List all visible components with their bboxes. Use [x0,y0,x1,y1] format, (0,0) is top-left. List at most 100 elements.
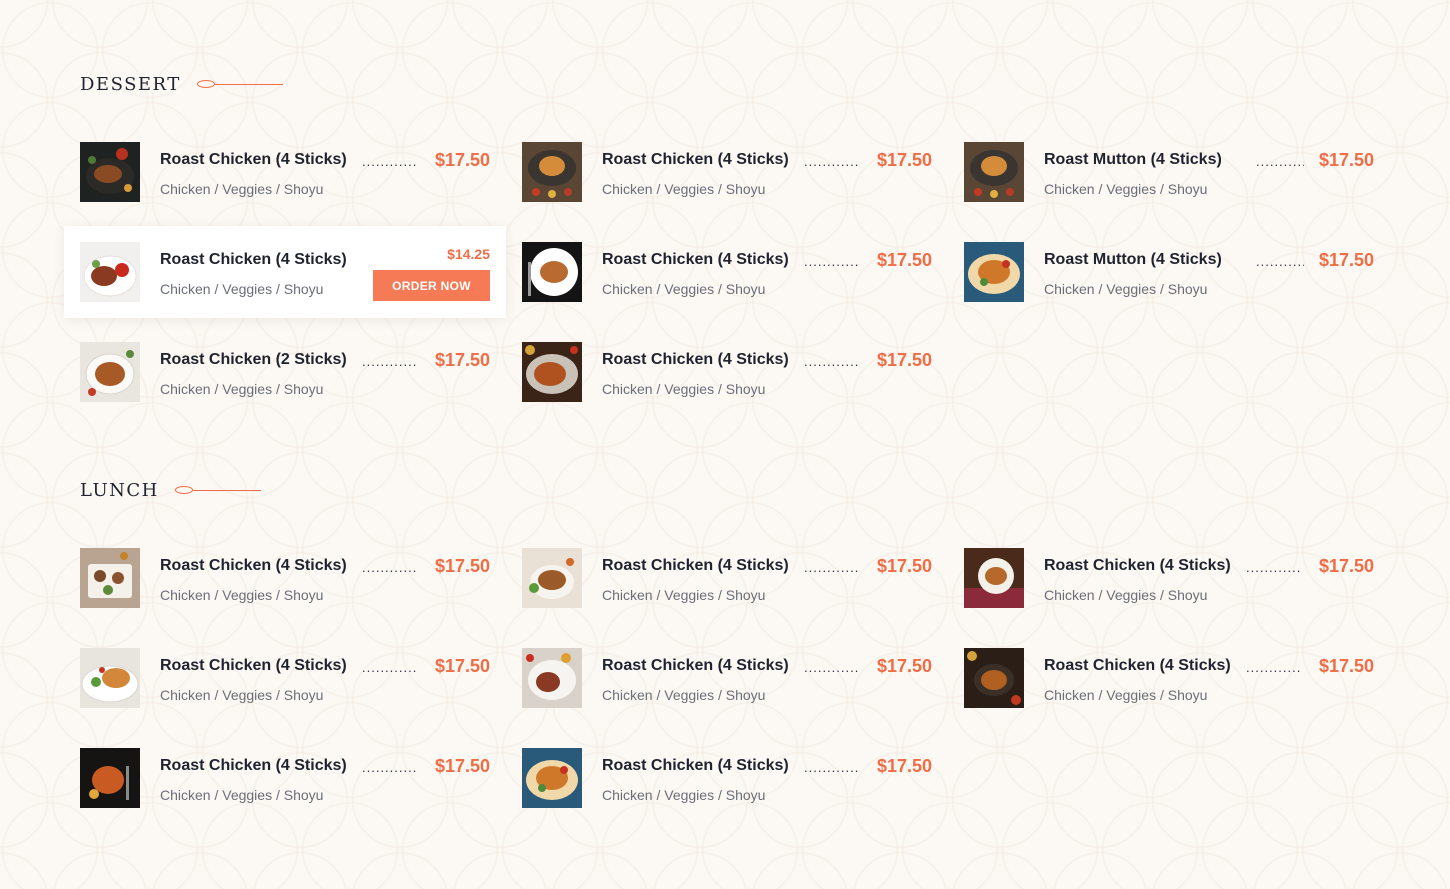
dish-description: Chicken / Veggies / Shoyu [1044,281,1208,297]
menu-item[interactable]: Roast Chicken (4 Sticks) ............ $1… [964,648,1374,708]
dish-description: Chicken / Veggies / Shoyu [1044,587,1208,603]
dish-description: Chicken / Veggies / Shoyu [160,181,324,197]
dish-image [80,548,140,608]
dish-name: Roast Mutton (4 Sticks) [1044,151,1222,168]
menu-item[interactable]: Roast Chicken (4 Sticks) ............ $1… [522,242,932,302]
price-leader: ............ [804,356,860,368]
menu-column: Roast Chicken (4 Sticks) ............ $1… [522,142,932,442]
dish-price: $17.50 [434,756,490,776]
price-leader: ............ [804,156,860,168]
section-header: LUNCH [80,480,265,502]
price-leader: ............ [1246,662,1302,674]
dish-description: Chicken / Veggies / Shoyu [160,587,324,603]
dish-description: Chicken / Veggies / Shoyu [602,687,766,703]
dish-image [80,242,140,302]
dish-price: $17.50 [876,556,932,576]
menu-item[interactable]: Roast Mutton (4 Sticks) ............ $17… [964,142,1374,202]
menu-item-highlighted[interactable]: Roast Chicken (4 Sticks) $14.25 ORDER NO… [64,226,506,318]
price-leader: ............ [804,662,860,674]
menu-column: Roast Chicken (4 Sticks) ............ $1… [522,548,932,848]
menu-item[interactable]: Roast Chicken (4 Sticks) ............ $1… [80,648,490,708]
dish-price: $17.50 [876,656,932,676]
section-title: LUNCH [80,480,159,501]
dish-name: Roast Chicken (4 Sticks) [602,657,789,674]
dish-price: $17.50 [1318,656,1374,676]
dish-name: Roast Mutton (4 Sticks) [1044,251,1222,268]
dish-image [522,748,582,808]
price-leader: ............ [804,562,860,574]
dish-image [522,648,582,708]
dish-name: Roast Chicken (4 Sticks) [160,757,347,774]
dish-price: $17.50 [876,150,932,170]
dish-image [80,142,140,202]
dish-name: Roast Chicken (4 Sticks) [1044,657,1231,674]
dish-image [964,648,1024,708]
menu-column: Roast Chicken (4 Sticks) ............ $1… [80,548,490,848]
dish-image [80,648,140,708]
dish-name: Roast Chicken (4 Sticks) [160,557,347,574]
dish-price: $17.50 [1318,250,1374,270]
price-leader: ........... [1256,256,1304,268]
dish-description: Chicken / Veggies / Shoyu [160,381,324,397]
menu-item[interactable]: Roast Chicken (4 Sticks) ............ $1… [964,548,1374,608]
dish-description: Chicken / Veggies / Shoyu [602,587,766,603]
dish-description: Chicken / Veggies / Shoyu [602,281,766,297]
dish-description: Chicken / Veggies / Shoyu [1044,181,1208,197]
price-leader: ............ [1256,156,1304,168]
dish-name: Roast Chicken (4 Sticks) [160,151,347,168]
dish-price: $14.25 [447,246,490,262]
dish-description: Chicken / Veggies / Shoyu [602,381,766,397]
dish-image [964,242,1024,302]
price-leader: ............ [1246,562,1302,574]
menu-item[interactable]: Roast Chicken (4 Sticks) ............ $1… [80,142,490,202]
title-ornament [196,80,287,90]
menu-item[interactable]: Roast Chicken (4 Sticks) ............ $1… [522,648,932,708]
dish-description: Chicken / Veggies / Shoyu [1044,687,1208,703]
dish-name: Roast Chicken (4 Sticks) [602,351,789,368]
dish-price: $17.50 [434,350,490,370]
menu-item[interactable]: Roast Chicken (4 Sticks) ............ $1… [80,748,490,808]
dish-price: $17.50 [876,756,932,776]
dish-name: Roast Chicken (4 Sticks) [602,757,789,774]
dish-price: $17.50 [876,350,932,370]
menu-item[interactable]: Roast Chicken (4 Sticks) ............ $1… [522,142,932,202]
price-leader: ............ [362,356,418,368]
section-header: DESSERT [80,74,287,96]
dish-name: Roast Chicken (2 Sticks) [160,351,347,368]
menu-column: Roast Chicken (4 Sticks) ............ $1… [64,142,506,442]
dish-price: $17.50 [876,250,932,270]
dish-name: Roast Chicken (4 Sticks) [602,151,789,168]
dish-name: Roast Chicken (4 Sticks) [602,251,789,268]
menu-item[interactable]: Roast Chicken (4 Sticks) ............ $1… [522,748,932,808]
dish-description: Chicken / Veggies / Shoyu [160,787,324,803]
dish-image [522,548,582,608]
menu-item[interactable]: Roast Chicken (4 Sticks) ............ $1… [522,342,932,402]
order-now-button[interactable]: ORDER NOW [373,270,490,301]
menu-item[interactable]: Roast Chicken (4 Sticks) ............ $1… [522,548,932,608]
dish-description: Chicken / Veggies / Shoyu [160,281,324,297]
menu-item[interactable]: Roast Chicken (2 Sticks) ............ $1… [80,342,490,402]
dish-description: Chicken / Veggies / Shoyu [160,687,324,703]
dish-price: $17.50 [1318,556,1374,576]
menu-item[interactable]: Roast Chicken (4 Sticks) ............ $1… [80,548,490,608]
dish-name: Roast Chicken (4 Sticks) [160,657,347,674]
price-leader: ............ [362,156,418,168]
dish-image [80,748,140,808]
price-leader: ............ [362,762,418,774]
menu-item[interactable]: Roast Mutton (4 Sticks) ........... $17.… [964,242,1374,302]
dish-image [964,548,1024,608]
dish-name: Roast Chicken (4 Sticks) [1044,557,1231,574]
dish-image [522,142,582,202]
price-leader: ............ [804,762,860,774]
dish-image [964,142,1024,202]
dish-description: Chicken / Veggies / Shoyu [602,787,766,803]
dish-image [522,242,582,302]
menu-column: Roast Mutton (4 Sticks) ............ $17… [964,142,1374,342]
dish-price: $17.50 [1318,150,1374,170]
dish-name: Roast Chicken (4 Sticks) [160,251,347,268]
dish-price: $17.50 [434,556,490,576]
price-leader: ............ [804,256,860,268]
dish-image [522,342,582,402]
menu-column: Roast Chicken (4 Sticks) ............ $1… [964,548,1374,748]
title-ornament [174,486,265,496]
